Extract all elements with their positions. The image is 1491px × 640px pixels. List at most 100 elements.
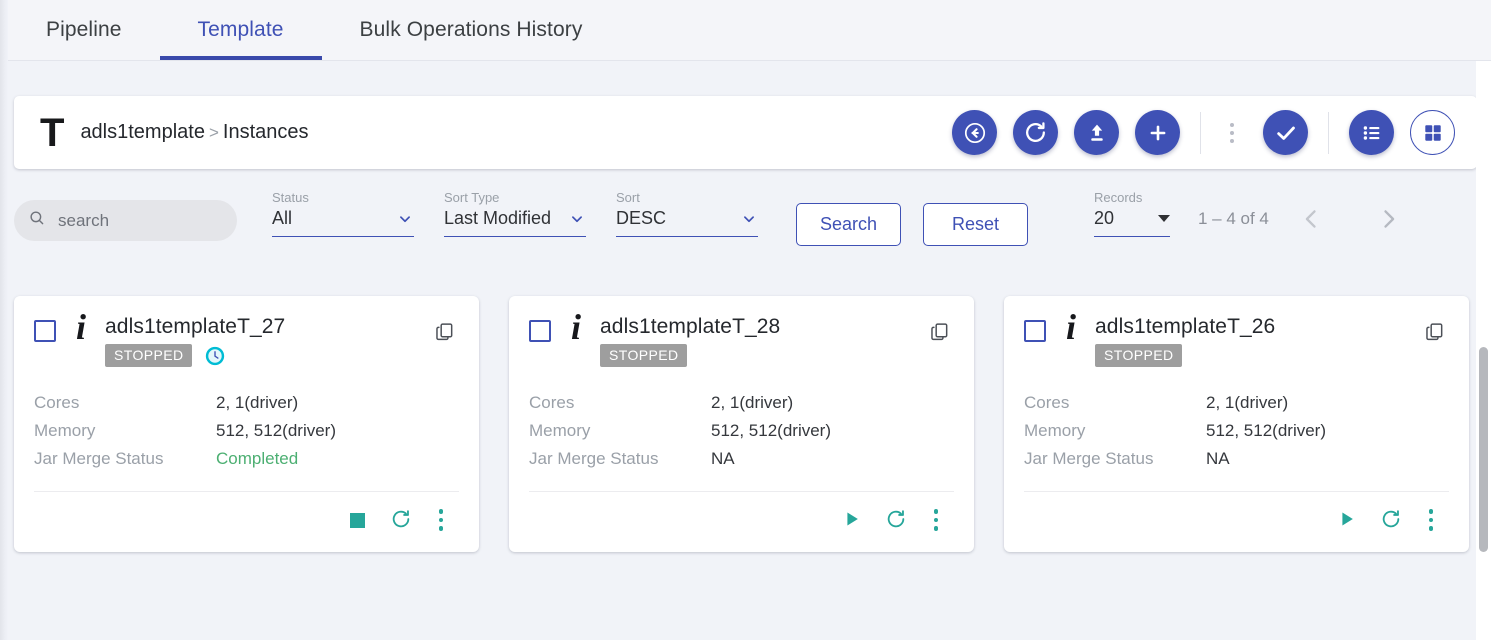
instance-card[interactable]: i adls1templateT_26 STOPPED Cores 2, 1(d… <box>1004 296 1469 552</box>
info-icon[interactable]: i <box>76 309 86 345</box>
card-body: Cores 2, 1(driver) Memory 512, 512(drive… <box>1024 393 1449 469</box>
copy-button[interactable] <box>925 317 954 349</box>
refresh-button[interactable] <box>1013 110 1058 155</box>
refresh-icon <box>1380 508 1402 533</box>
card-row-cores: Cores 2, 1(driver) <box>34 393 459 413</box>
grid-view-button[interactable] <box>1410 110 1455 155</box>
card-header: i adls1templateT_26 STOPPED <box>1024 309 1449 367</box>
memory-value: 512, 512(driver) <box>711 421 832 440</box>
instance-card-grid: i adls1templateT_27 STOPPED Cores 2, 1(d… <box>14 296 1469 552</box>
header-divider-2 <box>1328 111 1329 154</box>
card-select-checkbox[interactable] <box>529 320 551 342</box>
status-select-control[interactable]: All <box>272 208 414 237</box>
sort-type-select[interactable]: Sort Type Last Modified <box>444 190 586 237</box>
copy-button[interactable] <box>1420 317 1449 349</box>
chevron-left-icon <box>1297 205 1325 236</box>
search-field[interactable] <box>14 200 237 241</box>
start-button[interactable] <box>830 502 874 538</box>
upload-button[interactable] <box>1074 110 1119 155</box>
plus-icon <box>1146 121 1170 145</box>
copy-button[interactable] <box>430 317 459 349</box>
card-more-options-button[interactable] <box>423 502 459 538</box>
sort-select-control[interactable]: DESC <box>616 208 758 237</box>
cores-value: 2, 1(driver) <box>711 393 794 412</box>
status-badge: STOPPED <box>1095 344 1183 367</box>
card-row-cores: Cores 2, 1(driver) <box>529 393 954 413</box>
instance-card[interactable]: i adls1templateT_27 STOPPED Cores 2, 1(d… <box>14 296 479 552</box>
tab-bulk-operations-history[interactable]: Bulk Operations History <box>322 0 621 60</box>
copy-icon <box>929 323 950 345</box>
sort-select[interactable]: Sort DESC <box>616 190 758 237</box>
list-view-icon <box>1360 121 1384 145</box>
card-row-jar-merge-status: Jar Merge Status NA <box>529 449 954 469</box>
card-footer <box>529 491 954 542</box>
pagination-range: 1 – 4 of 4 <box>1198 209 1269 228</box>
stop-icon <box>349 512 365 528</box>
card-more-options-button[interactable] <box>1413 502 1449 538</box>
tab-bulk-operations-history-label: Bulk Operations History <box>359 18 583 41</box>
tab-template[interactable]: Template <box>159 0 322 60</box>
card-badges: STOPPED <box>1095 344 1275 367</box>
sort-type-select-control[interactable]: Last Modified <box>444 208 586 237</box>
restart-button[interactable] <box>379 502 423 538</box>
card-select-checkbox[interactable] <box>1024 320 1046 342</box>
grid-view-icon <box>1422 122 1444 144</box>
jar-merge-status-label: Jar Merge Status <box>529 449 659 468</box>
refresh-icon <box>885 508 907 533</box>
play-icon <box>1337 509 1357 532</box>
vertical-scrollbar-track[interactable] <box>1476 61 1491 640</box>
list-view-button[interactable] <box>1349 110 1394 155</box>
jar-merge-status-value: NA <box>711 449 735 468</box>
back-button[interactable] <box>952 110 997 155</box>
cores-label: Cores <box>1024 393 1070 412</box>
sort-type-label: Sort Type <box>444 190 500 205</box>
reset-button[interactable]: Reset <box>923 203 1028 246</box>
card-more-options-button[interactable] <box>918 502 954 538</box>
more-options-button[interactable] <box>1217 110 1247 155</box>
card-title: adls1templateT_27 <box>105 315 286 338</box>
card-row-jar-merge-status: Jar Merge Status Completed <box>34 449 459 469</box>
tab-pipeline[interactable]: Pipeline <box>8 0 160 60</box>
tab-bar: Pipeline Template Bulk Operations Histor… <box>0 0 1491 61</box>
card-row-memory: Memory 512, 512(driver) <box>529 421 954 441</box>
start-button[interactable] <box>1325 502 1369 538</box>
filter-bar: Status All Sort Type Last Modified Sort … <box>14 186 1477 252</box>
back-arrow-circle-icon <box>963 121 987 145</box>
info-icon[interactable]: i <box>571 309 581 345</box>
tab-pipeline-label: Pipeline <box>46 18 122 41</box>
restart-button[interactable] <box>874 502 918 538</box>
jar-merge-status-label: Jar Merge Status <box>34 449 164 468</box>
chevron-right-icon <box>1375 205 1403 236</box>
card-body: Cores 2, 1(driver) Memory 512, 512(drive… <box>529 393 954 469</box>
card-title-block: adls1templateT_28 STOPPED <box>600 315 780 367</box>
cores-label: Cores <box>529 393 575 412</box>
confirm-button[interactable] <box>1263 110 1308 155</box>
records-select-control[interactable]: 20 <box>1094 208 1170 237</box>
vertical-scrollbar-thumb[interactable] <box>1479 347 1488 552</box>
card-select-checkbox[interactable] <box>34 320 56 342</box>
search-button[interactable]: Search <box>796 203 901 246</box>
kebab-icon <box>933 509 939 531</box>
schedule-clock-icon[interactable] <box>204 345 226 367</box>
instance-card[interactable]: i adls1templateT_28 STOPPED Cores 2, 1(d… <box>509 296 974 552</box>
info-icon[interactable]: i <box>1066 309 1076 345</box>
stop-button[interactable] <box>335 502 379 538</box>
records-value: 20 <box>1094 208 1115 228</box>
breadcrumb-root[interactable]: adls1template <box>80 121 205 143</box>
previous-page-button[interactable] <box>1291 199 1331 242</box>
status-value: All <box>272 208 293 228</box>
header-actions <box>936 110 1455 155</box>
search-input[interactable] <box>58 210 218 231</box>
breadcrumb-separator-icon: > <box>208 123 219 142</box>
card-footer <box>34 491 459 542</box>
chevron-down-icon <box>382 210 414 228</box>
triangle-down-icon <box>1158 215 1170 222</box>
restart-button[interactable] <box>1369 502 1413 538</box>
next-page-button[interactable] <box>1369 199 1409 242</box>
chevron-down-icon <box>562 210 586 228</box>
refresh-icon <box>390 508 412 533</box>
status-select[interactable]: Status All <box>272 190 414 237</box>
status-badge: STOPPED <box>105 344 193 367</box>
add-button[interactable] <box>1135 110 1180 155</box>
records-per-page-select[interactable]: Records 20 <box>1094 190 1170 237</box>
